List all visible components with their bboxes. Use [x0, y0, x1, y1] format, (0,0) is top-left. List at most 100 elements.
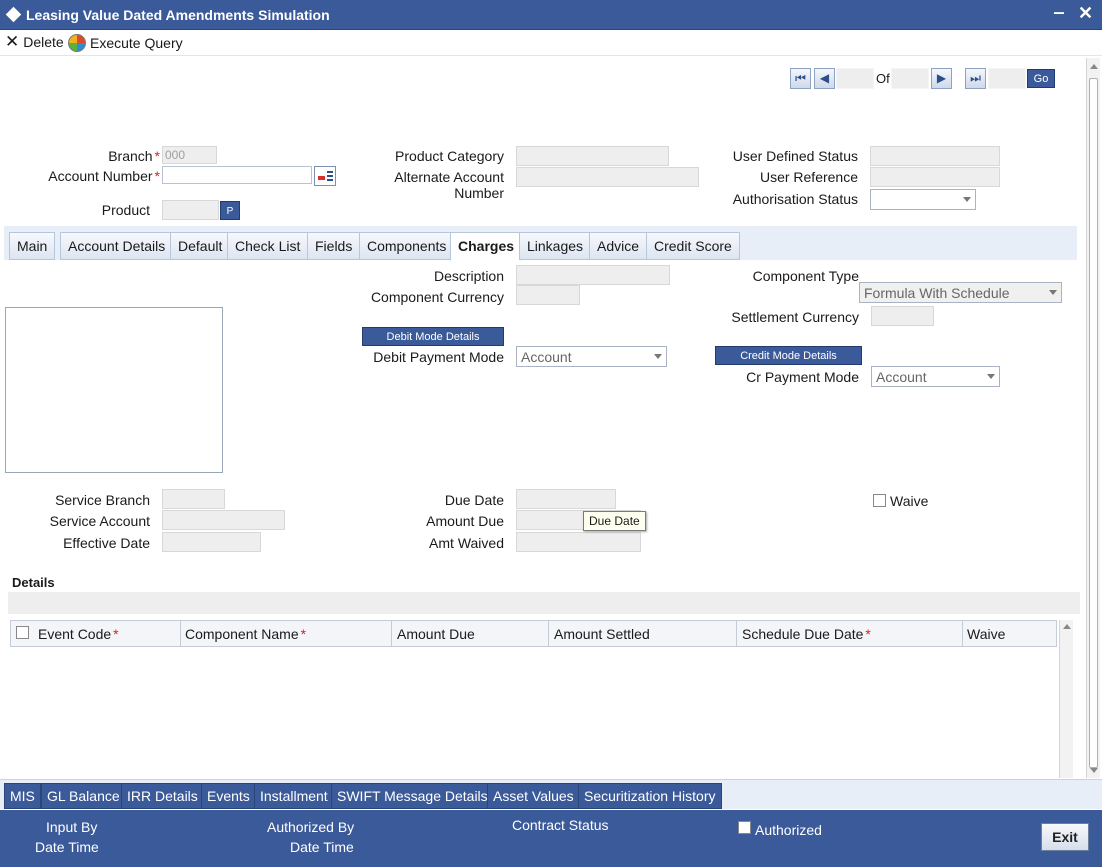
details-scrollbar[interactable]: [1059, 620, 1073, 778]
tab-main[interactable]: Main: [9, 232, 56, 260]
details-toolbar: [8, 592, 1080, 614]
authorized-by-label: Authorized By: [267, 819, 355, 835]
authorisation-status-select[interactable]: [870, 189, 976, 210]
tab-default[interactable]: Default: [170, 232, 231, 260]
tab-charges[interactable]: Charges: [450, 232, 523, 261]
close-icon[interactable]: ✕: [1078, 3, 1093, 24]
due-date-label: Due Date: [444, 492, 504, 508]
details-title: Details: [12, 575, 55, 590]
service-account-field: [162, 510, 285, 530]
tab-credit-score[interactable]: Credit Score: [646, 232, 740, 260]
bottom-tab-installment[interactable]: Installment: [254, 783, 334, 809]
debit-payment-mode-label: Debit Payment Mode: [373, 349, 504, 365]
column-waive[interactable]: Waive: [962, 621, 1056, 646]
service-branch-label: Service Branch: [55, 492, 150, 508]
column-event-code[interactable]: Event Code *: [33, 621, 181, 646]
bottom-tab-securitization-history[interactable]: Securitization History: [578, 783, 722, 809]
column-amount-settled[interactable]: Amount Settled: [549, 621, 737, 646]
select-all-checkbox[interactable]: [16, 626, 29, 639]
product-category-field: [516, 146, 669, 166]
cr-payment-mode-select[interactable]: Account: [871, 366, 1000, 387]
tab-components[interactable]: Components: [359, 232, 455, 260]
authorized-checkbox[interactable]: [738, 821, 751, 834]
delete-button[interactable]: ✕ Delete: [5, 32, 64, 51]
tab-linkages[interactable]: Linkages: [519, 232, 592, 260]
tab-fields[interactable]: Fields: [307, 232, 361, 260]
description-label: Description: [433, 268, 504, 284]
bottom-tab-asset-values[interactable]: Asset Values: [487, 783, 580, 809]
page-scrollbar[interactable]: [1086, 58, 1100, 778]
cr-payment-mode-label: Cr Payment Mode: [746, 369, 859, 385]
account-number-label: Account Number *: [48, 168, 160, 184]
minimize-icon[interactable]: ‒: [1054, 2, 1064, 23]
authorized-label: Authorized: [755, 822, 822, 838]
details-grid-header: Event Code * Component Name * Amount Due A…: [10, 620, 1057, 647]
scroll-thumb[interactable]: [1089, 78, 1098, 768]
previous-record-icon[interactable]: ◀: [814, 68, 835, 89]
alternate-account-field[interactable]: [516, 167, 699, 187]
charges-component-list[interactable]: [5, 307, 223, 473]
account-number-input[interactable]: [162, 166, 312, 184]
scroll-down-icon[interactable]: [1090, 768, 1098, 773]
input-by-label: Input By: [46, 819, 98, 835]
goto-record-field[interactable]: [988, 68, 1026, 89]
app-icon: [5, 6, 22, 23]
chevron-down-icon: [963, 197, 971, 202]
bottom-tab-events[interactable]: Events: [201, 783, 256, 809]
bottom-tab-gl-balance[interactable]: GL Balance: [41, 783, 126, 809]
service-account-label: Service Account: [49, 513, 150, 529]
scroll-up-icon[interactable]: [1063, 624, 1071, 629]
amt-waived-field: [516, 532, 641, 552]
column-component-name[interactable]: Component Name *: [180, 621, 392, 646]
date-time-label-1: Date Time: [35, 839, 99, 855]
current-record-field[interactable]: [836, 68, 874, 89]
debit-payment-mode-select[interactable]: Account: [516, 346, 667, 367]
debit-mode-details-button[interactable]: Debit Mode Details: [362, 327, 504, 346]
component-currency-field: [516, 285, 580, 305]
amt-waived-label: Amt Waived: [429, 535, 504, 551]
product-button[interactable]: P: [220, 201, 240, 220]
column-schedule-due-date[interactable]: Schedule Due Date *: [737, 621, 963, 646]
waive-label: Waive: [890, 493, 929, 509]
alternate-account-label: Alternate Account: [394, 169, 504, 185]
go-button[interactable]: Go: [1027, 69, 1055, 88]
tab-advice[interactable]: Advice: [589, 232, 648, 260]
delete-label: Delete: [23, 34, 64, 50]
product-field[interactable]: [162, 200, 219, 220]
product-category-label: Product Category: [395, 148, 504, 164]
details-grid-body[interactable]: [10, 647, 1057, 777]
credit-mode-details-button[interactable]: Credit Mode Details: [715, 346, 862, 365]
branch-field[interactable]: 000: [162, 146, 217, 164]
settlement-currency-field: [871, 306, 934, 326]
tab-account-details[interactable]: Account Details: [60, 232, 174, 260]
chevron-down-icon: [1049, 290, 1057, 295]
tab-check-list[interactable]: Check List: [227, 232, 309, 260]
scroll-up-icon[interactable]: [1090, 64, 1098, 69]
execute-query-button[interactable]: Execute Query: [68, 34, 183, 52]
component-type-select[interactable]: Formula With Schedule: [859, 282, 1062, 303]
window-title: Leasing Value Dated Amendments Simulatio…: [26, 7, 330, 23]
waive-checkbox[interactable]: [873, 494, 886, 507]
first-record-icon[interactable]: ⏮: [790, 68, 811, 89]
account-lookup-icon[interactable]: [314, 166, 336, 186]
execute-query-label: Execute Query: [90, 35, 183, 51]
user-reference-label: User Reference: [759, 169, 858, 185]
authorisation-status-label: Authorisation Status: [732, 191, 858, 207]
of-label: Of: [876, 71, 890, 86]
user-defined-status-field: [870, 146, 1000, 166]
user-defined-status-label: User Defined Status: [732, 148, 858, 164]
amount-due-label: Amount Due: [426, 513, 504, 529]
component-type-label: Component Type: [752, 268, 859, 284]
description-field: [516, 265, 670, 285]
next-record-icon[interactable]: ▶: [931, 68, 952, 89]
chevron-down-icon: [987, 374, 995, 379]
bottom-tab-swift-message-details[interactable]: SWIFT Message Details: [331, 783, 494, 809]
column-amount-due[interactable]: Amount Due: [392, 621, 549, 646]
last-record-icon[interactable]: ⏭: [965, 68, 986, 89]
exit-button[interactable]: Exit: [1041, 823, 1089, 851]
delete-icon: ✕: [5, 32, 20, 51]
toolbar: ✕ Delete Execute Query: [0, 30, 1102, 56]
due-date-tooltip: Due Date: [583, 511, 646, 531]
bottom-tab-mis[interactable]: MIS: [4, 783, 41, 809]
bottom-tab-irr-details[interactable]: IRR Details: [121, 783, 204, 809]
